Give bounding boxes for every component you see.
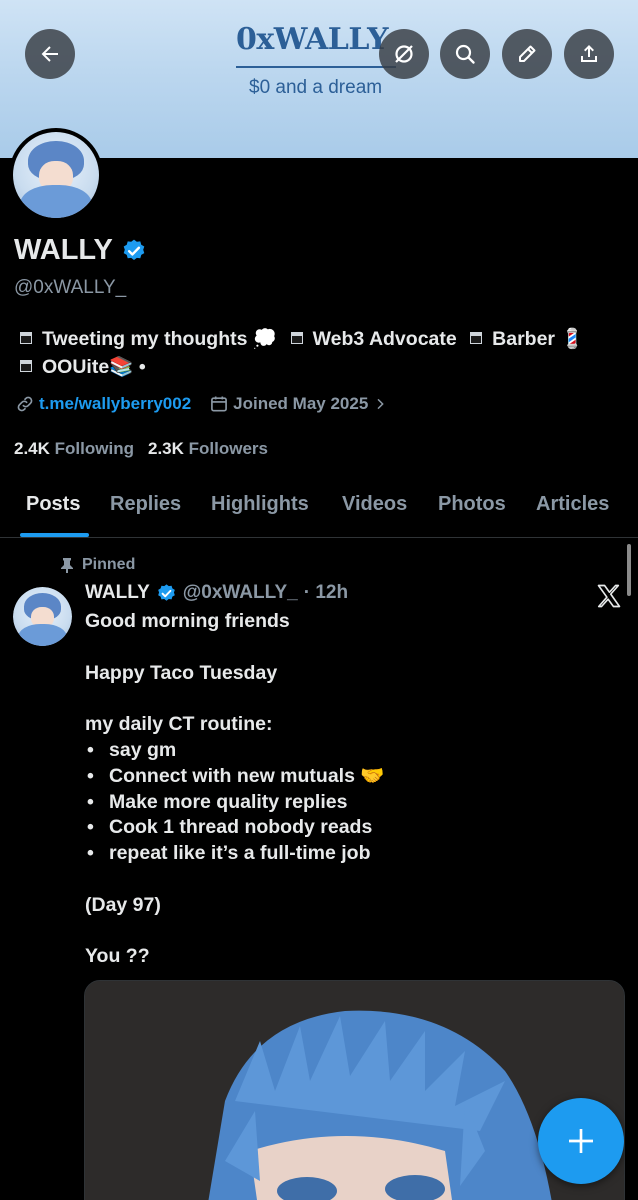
profile-handle: @0xWALLY_ [14, 277, 127, 298]
post-line: You ?? [85, 945, 150, 968]
tab-posts[interactable]: Posts [26, 493, 80, 516]
tab-highlights[interactable]: Highlights [211, 493, 309, 516]
avatar-image [13, 587, 72, 646]
post-media-image[interactable] [84, 980, 625, 1200]
list-item: repeat like it’s a full-time job [85, 841, 605, 867]
banner-divider [236, 66, 396, 68]
avatar-image [13, 132, 99, 218]
list-item: Connect with new mutuals 🤝 [85, 764, 605, 790]
list-item: Cook 1 thread nobody reads [85, 815, 605, 841]
post-line: Happy Taco Tuesday [85, 661, 278, 684]
follow-stats: 2.4K Following 2.3K Followers [14, 439, 268, 459]
verified-badge-icon[interactable] [156, 583, 177, 604]
bio-item: Web3 Advocate [312, 328, 457, 350]
x-logo-icon [597, 584, 621, 608]
calendar-icon [211, 396, 228, 412]
following-label: Following [54, 439, 134, 458]
post-author-handle[interactable]: @0xWALLY_ [183, 582, 298, 604]
following-count: 2.4K [14, 439, 50, 458]
pinned-label: Pinned [82, 556, 136, 573]
post-line [85, 867, 605, 893]
profile-bio: Tweeting my thoughts 💭 Web3 Advocate Bar… [20, 325, 625, 381]
banner-subtitle: $0 and a dream [249, 77, 383, 98]
link-icon [17, 396, 33, 412]
profile-name: WALLY [14, 234, 147, 267]
post-line [85, 635, 605, 661]
profile-tabs: Posts Replies Highlights Videos Photos A… [0, 478, 638, 538]
pin-icon [61, 558, 73, 573]
profile-banner[interactable]: 0xWALLY $0 and a dream [0, 0, 638, 158]
profile-meta: t.me/wallyberry002 Joined May 2025 [15, 394, 392, 414]
followers-label: Followers [188, 439, 268, 458]
post-line [85, 919, 605, 945]
plus-icon [569, 1129, 593, 1153]
post-author-avatar[interactable] [13, 587, 72, 646]
window-icon [290, 331, 303, 344]
display-name: WALLY [14, 234, 113, 266]
arrow-left-icon [41, 46, 58, 62]
following-link[interactable]: 2.4K Following [14, 439, 134, 459]
bio-item: Tweeting my thoughts 💭 [42, 328, 278, 350]
active-tab-indicator [20, 533, 89, 537]
post-author-name[interactable]: WALLY [85, 582, 150, 604]
tab-articles[interactable]: Articles [536, 493, 609, 516]
tab-videos[interactable]: Videos [342, 493, 407, 516]
routine-list: say gm Connect with new mutuals 🤝 Make m… [85, 738, 605, 867]
pinned-indicator: Pinned [60, 556, 135, 574]
bio-line-2: OOUite📚 • [20, 353, 625, 381]
bio-item: Barber 💈 [492, 328, 585, 350]
anime-character-image [85, 981, 624, 1200]
post-line [85, 686, 605, 712]
list-item: Make more quality replies [85, 790, 605, 816]
post-time[interactable]: · 12h [304, 582, 348, 604]
scrollbar[interactable] [627, 544, 631, 596]
verified-badge-icon[interactable] [121, 238, 147, 264]
banner-title: 0xWALLY [236, 22, 389, 57]
window-icon [20, 331, 32, 344]
compose-button[interactable] [538, 1098, 624, 1184]
share-icon [581, 45, 597, 62]
post-line: Good morning friends [85, 610, 290, 632]
post-text: Good morning friends Happy Taco Tuesday … [85, 609, 605, 970]
pencil-icon [519, 45, 536, 62]
search-button[interactable] [440, 29, 490, 79]
tab-photos[interactable]: Photos [438, 493, 506, 516]
post-line: (Day 97) [85, 893, 161, 916]
profile-avatar[interactable] [9, 128, 103, 222]
share-button[interactable] [564, 29, 614, 79]
post-line: my daily CT routine: [85, 713, 273, 736]
edit-button[interactable] [502, 29, 552, 79]
joined-date[interactable]: Joined May 2025 [233, 394, 368, 414]
list-item: say gm [85, 738, 605, 764]
profile-link[interactable]: t.me/wallyberry002 [39, 394, 191, 414]
window-icon [20, 359, 32, 372]
post-header: WALLY @0xWALLY_ · 12h [85, 582, 348, 604]
bio-line-1: Tweeting my thoughts 💭 Web3 Advocate Bar… [20, 325, 625, 353]
back-button[interactable] [25, 29, 75, 79]
window-icon [470, 331, 483, 344]
followers-count: 2.3K [147, 439, 184, 458]
bio-item: OOUite📚 • [42, 356, 146, 378]
search-icon [455, 44, 475, 64]
mute-button[interactable] [379, 29, 429, 79]
mute-icon [395, 45, 413, 63]
followers-link[interactable]: 2.3K Followers [148, 439, 268, 459]
tab-replies[interactable]: Replies [110, 493, 181, 516]
chevron-right-icon[interactable] [372, 396, 388, 412]
